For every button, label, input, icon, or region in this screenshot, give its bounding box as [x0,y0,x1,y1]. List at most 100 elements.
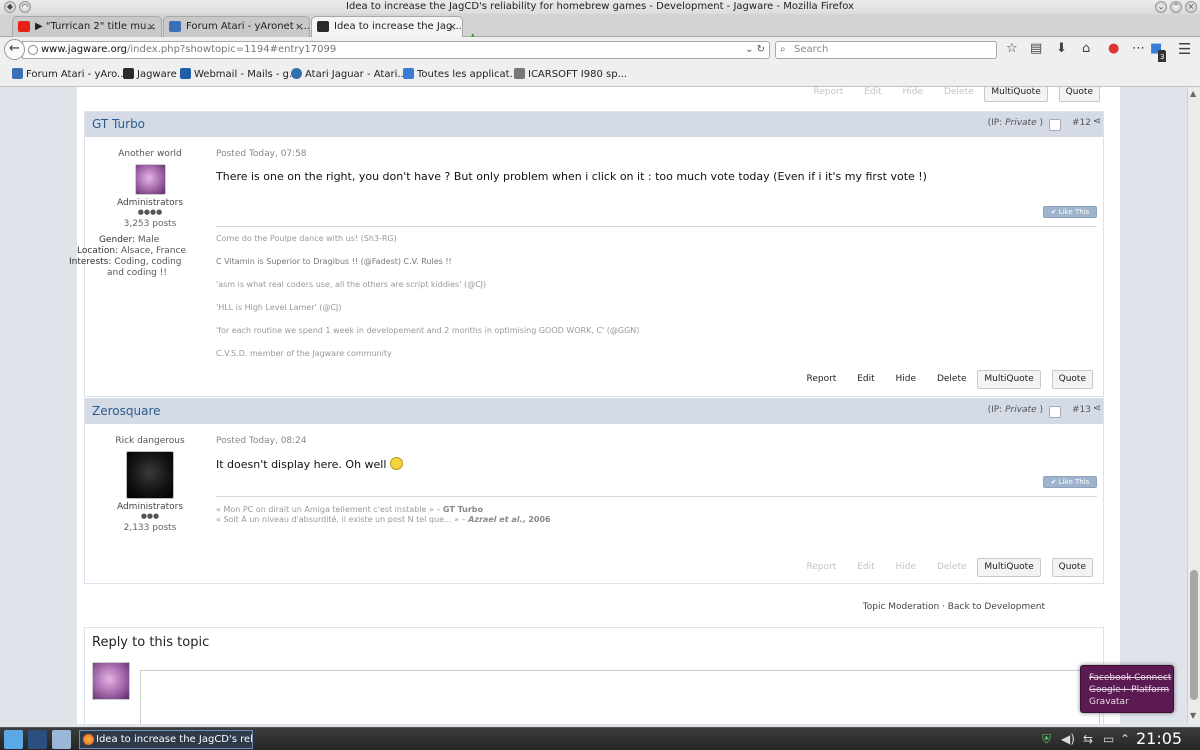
close-tab-icon[interactable]: × [147,17,156,36]
page-scrollbar[interactable]: ▲ ▼ [1187,87,1200,724]
like-button[interactable]: ✔ Like This [1043,206,1097,218]
reply-editor[interactable] [140,670,1100,724]
downloads-icon[interactable]: ⬇ [1056,42,1067,56]
google-platform-item[interactable]: Google+ Platform [1089,684,1173,696]
user-title: Another world [118,149,182,159]
post-actions-prev: Report Edit Hide Delete MultiQuote Quote [796,87,1100,102]
search-input[interactable]: ⌕ Search [775,41,997,59]
tab-jagware[interactable]: Idea to increase the Jag... × [311,16,463,37]
delete-link[interactable]: Delete [944,87,974,101]
avatar[interactable] [134,164,166,195]
multiquote-button[interactable]: MultiQuote [977,558,1041,577]
post-actions: Report Edit Hide Delete MultiQuote Quote [789,370,1093,389]
quote-button[interactable]: Quote [1051,370,1093,389]
facebook-connect-item[interactable]: Facebook Connect [1089,672,1173,684]
location-value: Alsace, France [120,246,186,256]
reply-box: Reply to this topic [84,627,1104,724]
bookmark-yaronet[interactable]: Forum Atari - yAro... [12,68,127,80]
window-titlebar: ◆ ◠ Idea to increase the JagCD's reliabi… [0,0,1200,14]
avatar [92,662,130,700]
tray-menu-icon[interactable]: ⌃ [1120,732,1130,746]
hide-link[interactable]: Hide [903,87,924,101]
scroll-down-icon[interactable]: ▼ [1190,711,1196,720]
multiquote-button[interactable]: MultiQuote [977,370,1041,389]
bookmark-star-icon[interactable]: ☆ [1006,42,1018,56]
minimize-icon[interactable]: ⌄ [1155,1,1167,13]
location-label: Location: [77,246,119,256]
bookmark-label: Jagware [137,69,177,80]
bookmark-icarsoft[interactable]: ICARSOFT I980 sp... [514,68,627,80]
home-icon[interactable]: ⌂ [1082,42,1090,56]
globe-icon [28,45,38,55]
delete-link[interactable]: Delete [937,559,967,576]
post-date[interactable]: Posted Today, 08:24 [216,436,1097,446]
tab-turrican[interactable]: ▶ "Turrican 2" title mu... × [12,16,162,37]
report-link[interactable]: Report [807,559,837,576]
post-count: 2,133 posts [123,523,177,533]
avatar[interactable] [126,451,174,499]
moderation-links[interactable]: Topic Moderation · Back to Development [863,602,1045,612]
report-link[interactable]: Report [807,371,837,388]
post-date[interactable]: Posted Today, 07:58 [216,149,1097,159]
bookmark-atari-jaguar[interactable]: Atari Jaguar - Atari... [291,68,407,80]
bookmark-applications[interactable]: Toutes les applicat... [403,68,519,80]
tab-label: Idea to increase the Jag... [334,21,462,32]
network-icon[interactable]: ⇆ [1083,732,1093,746]
display-icon[interactable]: ▭ [1103,732,1114,746]
clock[interactable]: 21:05 [1136,728,1182,750]
window-menu-icon[interactable]: ◆ [4,1,16,13]
close-tab-icon[interactable]: × [448,17,457,36]
gravatar-item[interactable]: Gravatar [1089,696,1173,708]
bookmark-jagware[interactable]: Jagware [123,68,177,80]
rank-pips: ●●● [140,512,160,520]
hide-link[interactable]: Hide [896,371,917,388]
reading-list-icon[interactable]: ▤ [1030,42,1042,56]
reply-title: Reply to this topic [92,635,210,650]
reload-icon[interactable]: ⌄ ↻ [745,42,765,58]
select-post-checkbox[interactable] [1049,119,1061,131]
post-message: It doesn't display here. Oh well [216,458,387,471]
post-number[interactable]: #13 [1072,405,1091,415]
taskbar-firefox-window[interactable]: Idea to increase the JagCD's reliabi [79,730,253,749]
edit-link[interactable]: Edit [857,371,874,388]
hide-link[interactable]: Hide [896,559,917,576]
post-author[interactable]: Zerosquare [92,404,161,418]
multiquote-button[interactable]: MultiQuote [984,87,1048,102]
share-icon[interactable]: ⋖ [1093,116,1101,127]
volume-icon[interactable]: ◀) [1061,732,1075,746]
maximize-icon[interactable]: ⌃ [1170,1,1182,13]
like-button[interactable]: ✔ Like This [1043,476,1097,488]
post-message: There is one on the right, you don't hav… [216,170,927,183]
share-icon[interactable]: ⋯ [1132,42,1145,56]
file-manager-icon[interactable] [52,730,71,749]
back-button[interactable]: ← [4,39,25,60]
shield-icon[interactable]: ⛨ [1042,732,1051,746]
tab-label: Forum Atari - yAronet -... [186,21,310,32]
tab-yaronet[interactable]: Forum Atari - yAronet -... × [163,16,310,37]
scroll-up-icon[interactable]: ▲ [1190,89,1196,98]
signature-author: Azrael et al. [468,515,523,524]
adblock-icon[interactable]: ● [1108,42,1119,56]
delete-link[interactable]: Delete [937,371,967,388]
start-menu-icon[interactable] [4,730,23,749]
post-author[interactable]: GT Turbo [92,117,145,131]
report-link[interactable]: Report [814,87,844,101]
desktop-icon[interactable] [28,730,47,749]
share-icon[interactable]: ⋖ [1093,403,1101,414]
url-bar[interactable]: www.jagware.org/index.php?showtopic=1194… [22,41,770,59]
quote-button[interactable]: Quote [1058,87,1100,102]
edit-link[interactable]: Edit [864,87,881,101]
close-tab-icon[interactable]: × [295,17,304,36]
quote-button[interactable]: Quote [1051,558,1093,577]
bookmark-webmail[interactable]: Webmail - Mails - g... [180,68,299,80]
close-window-icon[interactable]: × [1185,1,1197,13]
taskbar-window-label: Idea to increase the JagCD's reliabi [96,734,253,745]
edit-link[interactable]: Edit [857,559,874,576]
select-post-checkbox[interactable] [1049,406,1061,418]
window-shade-icon[interactable]: ◠ [19,1,31,13]
user-title: Rick dangerous [115,436,185,446]
scrollbar-thumb[interactable] [1190,570,1198,700]
menu-icon[interactable]: ☰ [1178,42,1191,57]
signature-line: 'HLL is High Level Lamer' (@CJ) [216,303,342,312]
post-number[interactable]: #12 [1072,118,1091,128]
